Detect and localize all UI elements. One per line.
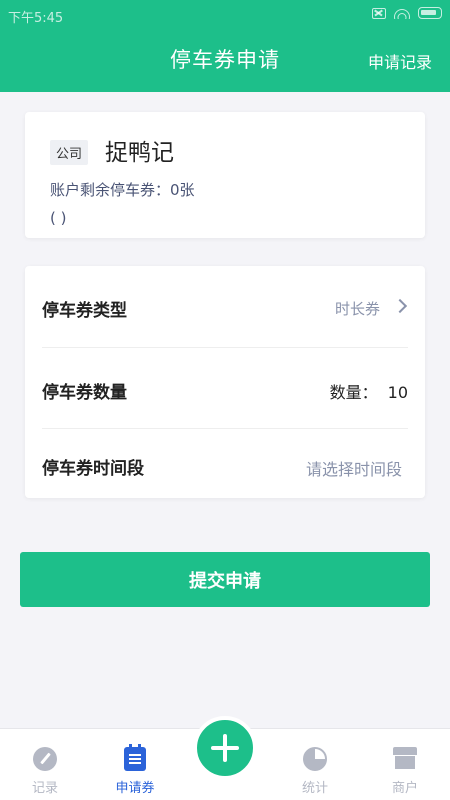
tab-label: 商户 — [391, 781, 418, 796]
coupon-quantity-label: 停车券数量 — [42, 383, 127, 403]
coupon-type-value: 时长券 — [334, 300, 380, 318]
app-header: 下午5:45 停车券申请 申请记录 — [0, 0, 450, 92]
battery-icon — [418, 7, 442, 19]
quantity-field[interactable]: 数量： 10 — [330, 379, 408, 403]
company-name: 捉鸭记 — [105, 140, 174, 166]
coupon-type-label: 停车券类型 — [42, 301, 127, 321]
company-note: ( ) — [50, 209, 67, 227]
document-icon — [124, 744, 146, 771]
tab-apply-coupon[interactable]: 申请券 — [90, 729, 180, 800]
quantity-value: 10 — [387, 383, 408, 402]
store-icon — [393, 747, 417, 769]
tab-records[interactable]: 记录 — [0, 729, 90, 800]
coupon-balance: 账户剩余停车券：0张 — [50, 181, 195, 199]
quantity-prefix: 数量： — [329, 383, 378, 402]
coupon-quantity-row: 停车券数量 数量： 10 — [42, 347, 408, 427]
tab-label: 申请券 — [115, 781, 155, 796]
pie-chart-icon — [303, 747, 327, 771]
tab-statistics[interactable]: 统计 — [270, 729, 360, 800]
plus-icon — [211, 734, 239, 762]
center-add-button[interactable] — [193, 716, 257, 780]
submit-button[interactable]: 提交申请 — [20, 552, 430, 607]
pencil-icon — [33, 747, 57, 771]
tab-merchants[interactable]: 商户 — [360, 729, 450, 800]
records-link[interactable]: 申请记录 — [368, 49, 432, 73]
period-select[interactable]: 请选择时间段 — [306, 456, 402, 480]
application-form: 停车券类型 时长券 停车券数量 数量： 10 停车券时间段 请选择时间段 — [25, 266, 425, 498]
coupon-type-row[interactable]: 停车券类型 时长券 — [42, 266, 408, 346]
tab-label: 统计 — [301, 781, 328, 796]
wifi-icon — [394, 7, 410, 19]
status-bar: 下午5:45 — [0, 0, 450, 30]
company-card: 公司 捉鸭记 账户剩余停车券：0张 ( ) — [25, 112, 425, 238]
sim-blocked-icon — [372, 7, 386, 19]
coupon-period-label: 停车券时间段 — [42, 459, 144, 479]
coupon-period-row[interactable]: 停车券时间段 请选择时间段 — [42, 428, 408, 498]
tab-label: 记录 — [31, 781, 58, 796]
status-icons — [372, 7, 442, 19]
company-tag: 公司 — [50, 140, 89, 165]
status-time: 下午5:45 — [8, 11, 64, 26]
chevron-right-icon — [392, 298, 408, 314]
